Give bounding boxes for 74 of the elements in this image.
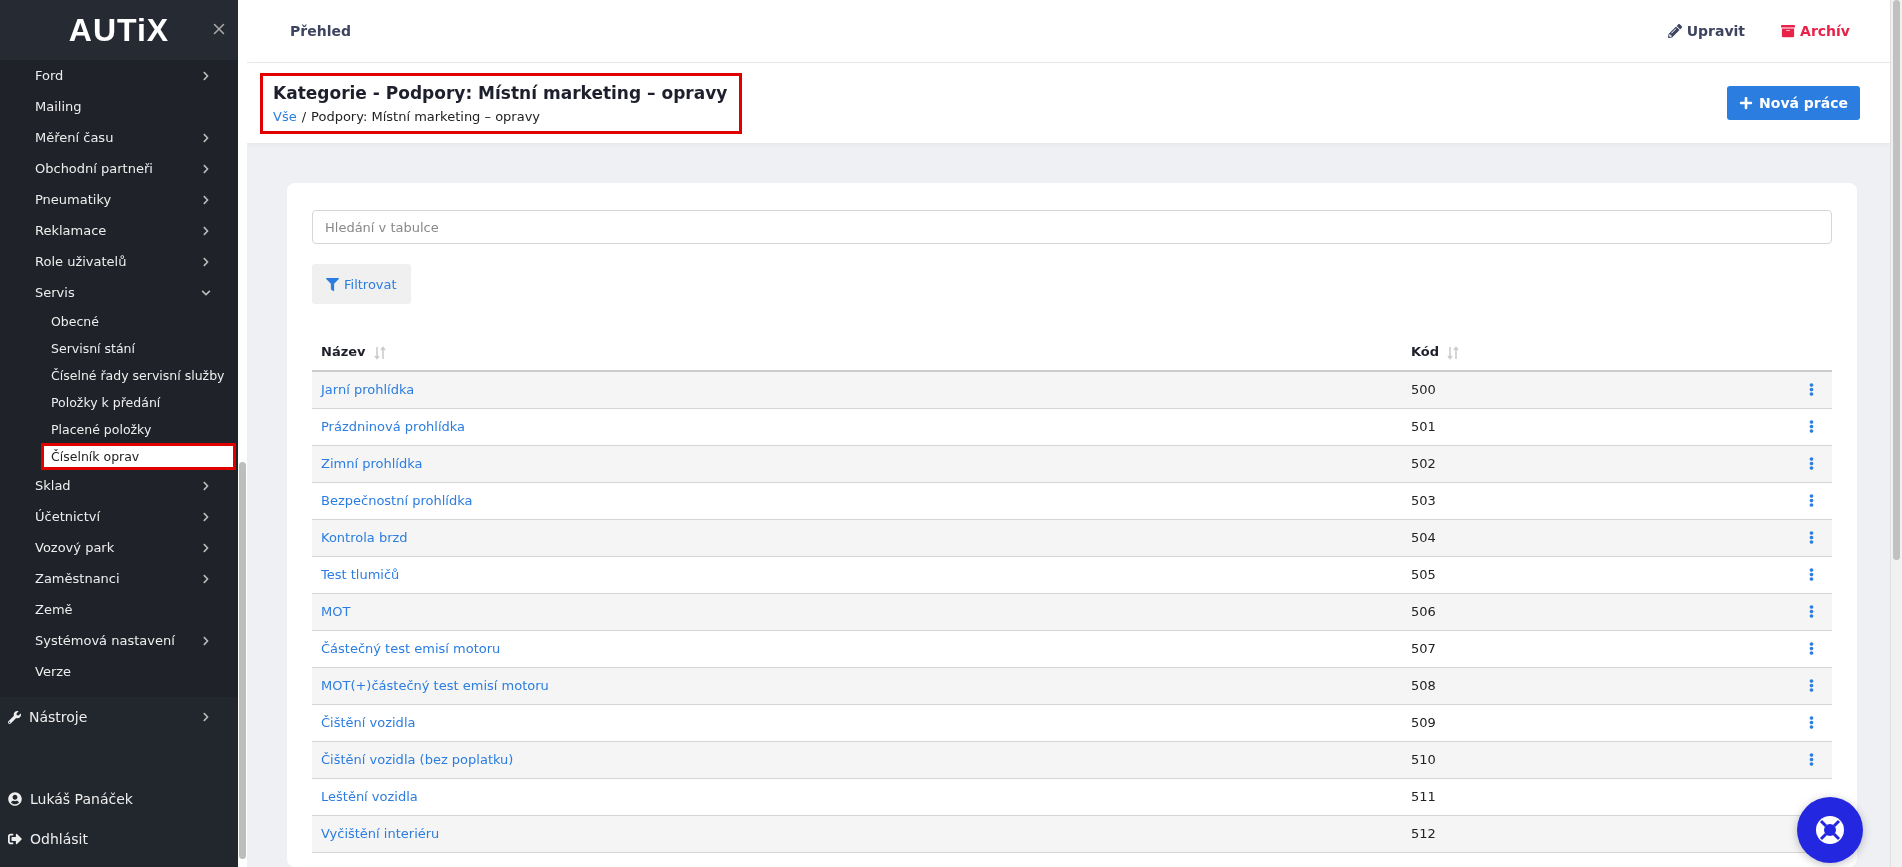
code-cell: 512 xyxy=(1411,826,1436,841)
column-header[interactable]: Název xyxy=(321,344,366,360)
page-title: Přehled xyxy=(290,23,352,39)
name-link[interactable]: Prázdninová prohlídka xyxy=(321,419,466,434)
name-link[interactable]: MOT xyxy=(321,604,351,619)
breadcrumb-link[interactable]: Vše xyxy=(273,108,297,124)
sidebar-item[interactable]: Země xyxy=(0,594,238,625)
sidebar-item[interactable]: Sklad xyxy=(0,470,238,501)
code-cell: 502 xyxy=(1411,456,1436,471)
archive-link[interactable]: Archív xyxy=(1781,23,1850,39)
name-link[interactable]: Jarní prohlídka xyxy=(321,382,415,398)
column-header[interactable]: Kód xyxy=(1411,344,1440,360)
name-link[interactable]: MOT(+)částečný test emisí motoru xyxy=(321,678,549,693)
pencil-icon xyxy=(1667,24,1682,38)
code-cell: 508 xyxy=(1411,678,1436,693)
scrollbar[interactable] xyxy=(239,462,246,859)
sidebar-subitem[interactable]: Placené položky xyxy=(41,416,236,443)
name-link[interactable]: Částečný test emisí motoru xyxy=(321,641,501,656)
sidebar-item[interactable]: Zaměstnanci xyxy=(0,563,238,594)
sidebar-item[interactable]: Reklamace xyxy=(0,215,238,246)
wrench-icon xyxy=(8,710,21,724)
sidebar-item[interactable]: Role uživatelů xyxy=(0,246,238,277)
category-title: Kategorie - Podpory: Místní marketing – opravy xyxy=(273,82,728,103)
archive-icon xyxy=(1781,24,1796,38)
sidebar-item[interactable]: Účetnictví xyxy=(0,501,238,532)
code-cell: 505 xyxy=(1411,567,1436,582)
filter-icon xyxy=(326,277,339,291)
sidebar-item[interactable]: Ford xyxy=(0,60,238,91)
sidebar-item[interactable]: Mailing xyxy=(0,91,238,122)
logo: AUTiX xyxy=(68,11,170,49)
sidebar-item[interactable]: Vozový park xyxy=(0,532,238,563)
sidebar-item[interactable]: Měření času xyxy=(0,122,238,153)
sidebar-item[interactable]: Verze xyxy=(0,656,238,687)
code-cell: 511 xyxy=(1411,789,1436,804)
search-field[interactable]: Hledání v tabulce xyxy=(312,210,1832,244)
sidebar-subitem[interactable]: Položky k předání xyxy=(41,389,236,416)
name-link[interactable]: Leštění vozidla xyxy=(321,789,418,804)
logout-link[interactable]: Odhlásit xyxy=(0,819,238,859)
name-link[interactable]: Bezpečnostní prohlídka xyxy=(321,493,473,508)
sidebar-subitem[interactable]: Servisní stání xyxy=(41,335,236,362)
sidebar-subitem[interactable]: Číselné řady servisní služby xyxy=(41,362,236,389)
sidebar-subitem[interactable]: Obecné xyxy=(41,308,236,335)
code-cell: 501 xyxy=(1411,419,1436,434)
breadcrumb-current: Podpory: Místní marketing – opravy xyxy=(311,108,541,124)
name-link[interactable]: Test tlumičů xyxy=(321,567,400,582)
edit-link[interactable]: Upravit xyxy=(1667,23,1746,39)
sidebar-item[interactable]: Systémová nastavení xyxy=(0,625,238,656)
code-cell: 509 xyxy=(1411,715,1436,730)
breadcrumb-separator: / xyxy=(301,108,307,124)
logout-icon xyxy=(8,832,22,846)
chevron-right-icon xyxy=(201,712,211,722)
code-cell: 500 xyxy=(1411,382,1436,398)
code-cell: 503 xyxy=(1411,493,1436,508)
name-link[interactable]: Čištění vozidla (bez poplatku) xyxy=(321,752,514,767)
sidebar-item[interactable]: Pneumatiky xyxy=(0,184,238,215)
code-cell: 507 xyxy=(1411,641,1436,656)
user-link[interactable]: Lukáš Panáček xyxy=(0,779,238,819)
code-cell: 506 xyxy=(1411,604,1436,619)
code-cell: 510 xyxy=(1411,752,1436,767)
name-link[interactable]: Čištění vozidla xyxy=(321,715,416,730)
code-cell: 504 xyxy=(1411,530,1436,545)
name-link[interactable]: Zimní prohlídka xyxy=(321,456,423,471)
lifebuoy-icon xyxy=(1813,813,1847,847)
tools-menu-item[interactable]: Nástroje xyxy=(0,697,238,737)
filter-button[interactable]: Filtrovat xyxy=(312,264,411,304)
sidebar-subitem[interactable]: Číselník oprav xyxy=(41,443,236,470)
scrollbar[interactable] xyxy=(1893,0,1900,560)
user-icon xyxy=(8,792,22,806)
new-job-button[interactable]: Nová práce xyxy=(1727,86,1860,120)
sidebar-item[interactable]: Servis xyxy=(0,277,238,308)
sidebar-item[interactable]: Obchodní partneři xyxy=(0,153,238,184)
name-link[interactable]: Vyčištění interiéru xyxy=(321,826,440,841)
plus-icon xyxy=(1739,96,1754,110)
name-link[interactable]: Kontrola brzd xyxy=(321,530,408,545)
